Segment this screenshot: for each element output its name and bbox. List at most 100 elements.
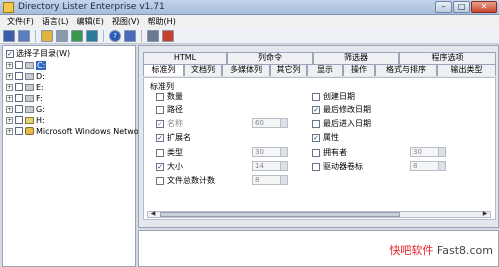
tab-actions[interactable]: 操作 [343, 64, 375, 76]
option-label: 拥有者 [323, 148, 347, 157]
option-size[interactable]: ✓ 大小 [156, 161, 183, 172]
select-subdirs-option[interactable]: ✓ 选择子目录(W) [6, 48, 70, 59]
option-owner[interactable]: 拥有者 [312, 147, 347, 158]
about-icon[interactable] [124, 29, 136, 42]
expand-icon[interactable]: + [6, 61, 13, 69]
tab-format-sort[interactable]: 格式与排序 [375, 64, 437, 76]
menu-edit[interactable]: 编辑(E) [73, 16, 108, 27]
checkbox-icon[interactable] [15, 94, 23, 102]
tree-item-label: D: [36, 71, 45, 81]
option-name[interactable]: ✓ 名称 [156, 118, 183, 129]
checkbox-icon[interactable] [312, 162, 320, 171]
option-accessed-date[interactable]: 最后进入日期 [312, 118, 371, 129]
settings-icon[interactable] [147, 29, 159, 42]
expand-icon[interactable]: + [6, 94, 13, 102]
save-all-icon[interactable] [18, 29, 30, 42]
owner-width-spinner[interactable]: 30 [410, 147, 446, 157]
horizontal-scrollbar[interactable]: ◀ ▶ [147, 211, 491, 218]
tree-item-network[interactable]: + Microsoft Windows Network [6, 126, 147, 136]
save-icon[interactable] [3, 29, 15, 42]
option-file-count[interactable]: 文件总数计数 [156, 175, 215, 186]
tree-item-e[interactable]: + E: [6, 82, 44, 92]
tab-filters[interactable]: 筛选器 [313, 52, 399, 64]
tab-program-options[interactable]: 程序选项 [399, 52, 496, 64]
export-html-icon[interactable] [86, 29, 98, 42]
tree-item-c[interactable]: + C: [6, 60, 47, 70]
option-label: 名称 [167, 119, 183, 128]
tree-item-d[interactable]: + D: [6, 71, 45, 81]
menu-file[interactable]: 文件(F) [3, 16, 38, 27]
option-extension[interactable]: ✓ 扩展名 [156, 132, 191, 143]
maximize-button[interactable]: □ [453, 1, 470, 13]
checkbox-icon[interactable] [156, 148, 164, 157]
checkbox-icon[interactable] [156, 92, 164, 101]
tab-display[interactable]: 显示 [307, 64, 343, 76]
checkbox-icon[interactable]: ✓ [156, 133, 164, 142]
checkbox-icon[interactable]: ✓ [156, 162, 164, 171]
expand-icon[interactable]: + [6, 127, 13, 135]
option-created-date[interactable]: 创建日期 [312, 91, 355, 102]
expand-icon[interactable]: + [6, 116, 13, 124]
print-icon[interactable] [56, 29, 68, 42]
checkbox-icon[interactable] [15, 72, 23, 80]
tree-item-h[interactable]: + H: [6, 115, 45, 125]
close-button[interactable]: ✕ [471, 1, 497, 13]
help-icon[interactable]: ? [109, 29, 121, 42]
expand-icon[interactable]: + [6, 105, 13, 113]
option-attributes[interactable]: ✓ 属性 [312, 132, 339, 143]
checkbox-icon[interactable] [15, 83, 23, 91]
cd-drive-icon [25, 116, 34, 124]
file-count-width-spinner[interactable]: 8 [252, 175, 288, 185]
open-folder-icon[interactable] [41, 29, 53, 42]
checkbox-icon[interactable]: ✓ [6, 49, 14, 58]
tab-multimedia-columns[interactable]: 多媒体列 [222, 64, 270, 76]
scroll-thumb[interactable] [160, 212, 400, 217]
checkbox-icon[interactable] [312, 119, 320, 128]
tree-item-label: G: [36, 104, 45, 114]
checkbox-icon[interactable] [15, 105, 23, 113]
tree-item-g[interactable]: + G: [6, 104, 45, 114]
toolbar-separator [103, 29, 104, 42]
directory-tree[interactable]: ✓ 选择子目录(W) + C: + D: + E: + F: + G: + H:… [2, 45, 147, 267]
checkbox-icon[interactable] [15, 116, 23, 124]
option-label: 创建日期 [323, 92, 355, 101]
minimize-button[interactable]: – [435, 1, 452, 13]
checkbox-icon[interactable] [312, 92, 320, 101]
option-count[interactable]: 数量 [156, 91, 183, 102]
option-volume-label[interactable]: 驱动器卷标 [312, 161, 363, 172]
tab-output-type[interactable]: 输出类型 [437, 64, 496, 76]
tree-item-f[interactable]: + F: [6, 93, 43, 103]
option-path[interactable]: 路径 [156, 104, 183, 115]
menu-language[interactable]: 语言(L) [38, 16, 73, 27]
option-modified-date[interactable]: ✓ 最后修改日期 [312, 104, 371, 115]
scroll-left-icon[interactable]: ◀ [149, 211, 157, 218]
type-width-spinner[interactable]: 30 [252, 147, 288, 157]
tab-standard-columns[interactable]: 标准列 [143, 64, 184, 76]
checkbox-icon[interactable] [312, 148, 320, 157]
checkbox-icon[interactable] [156, 105, 164, 114]
menu-view[interactable]: 视图(V) [108, 16, 144, 27]
expand-icon[interactable]: + [6, 72, 13, 80]
size-width-spinner[interactable]: 14 [252, 161, 288, 171]
option-type[interactable]: 类型 [156, 147, 183, 158]
scroll-right-icon[interactable]: ▶ [481, 211, 489, 218]
expand-icon[interactable]: + [6, 83, 13, 91]
option-label: 属性 [323, 133, 339, 142]
checkbox-icon[interactable] [156, 176, 164, 185]
tab-html[interactable]: HTML [143, 52, 227, 64]
checkbox-icon[interactable] [15, 61, 23, 69]
menu-help[interactable]: 帮助(H) [144, 16, 180, 27]
checkbox-icon[interactable]: ✓ [156, 119, 164, 128]
tree-item-label: C: [36, 60, 47, 70]
tab-column-commands[interactable]: 列命令 [227, 52, 313, 64]
export-icon[interactable] [71, 29, 83, 42]
tab-document-columns[interactable]: 文档列 [184, 64, 222, 76]
drive-icon [25, 61, 34, 69]
name-width-spinner[interactable]: 60 [252, 118, 288, 128]
tab-other-columns[interactable]: 其它列 [270, 64, 307, 76]
volume-label-width-spinner[interactable]: 8 [410, 161, 446, 171]
checkbox-icon[interactable]: ✓ [312, 105, 320, 114]
checkbox-icon[interactable] [15, 127, 23, 135]
checkbox-icon[interactable]: ✓ [312, 133, 320, 142]
exit-icon[interactable] [162, 29, 174, 42]
